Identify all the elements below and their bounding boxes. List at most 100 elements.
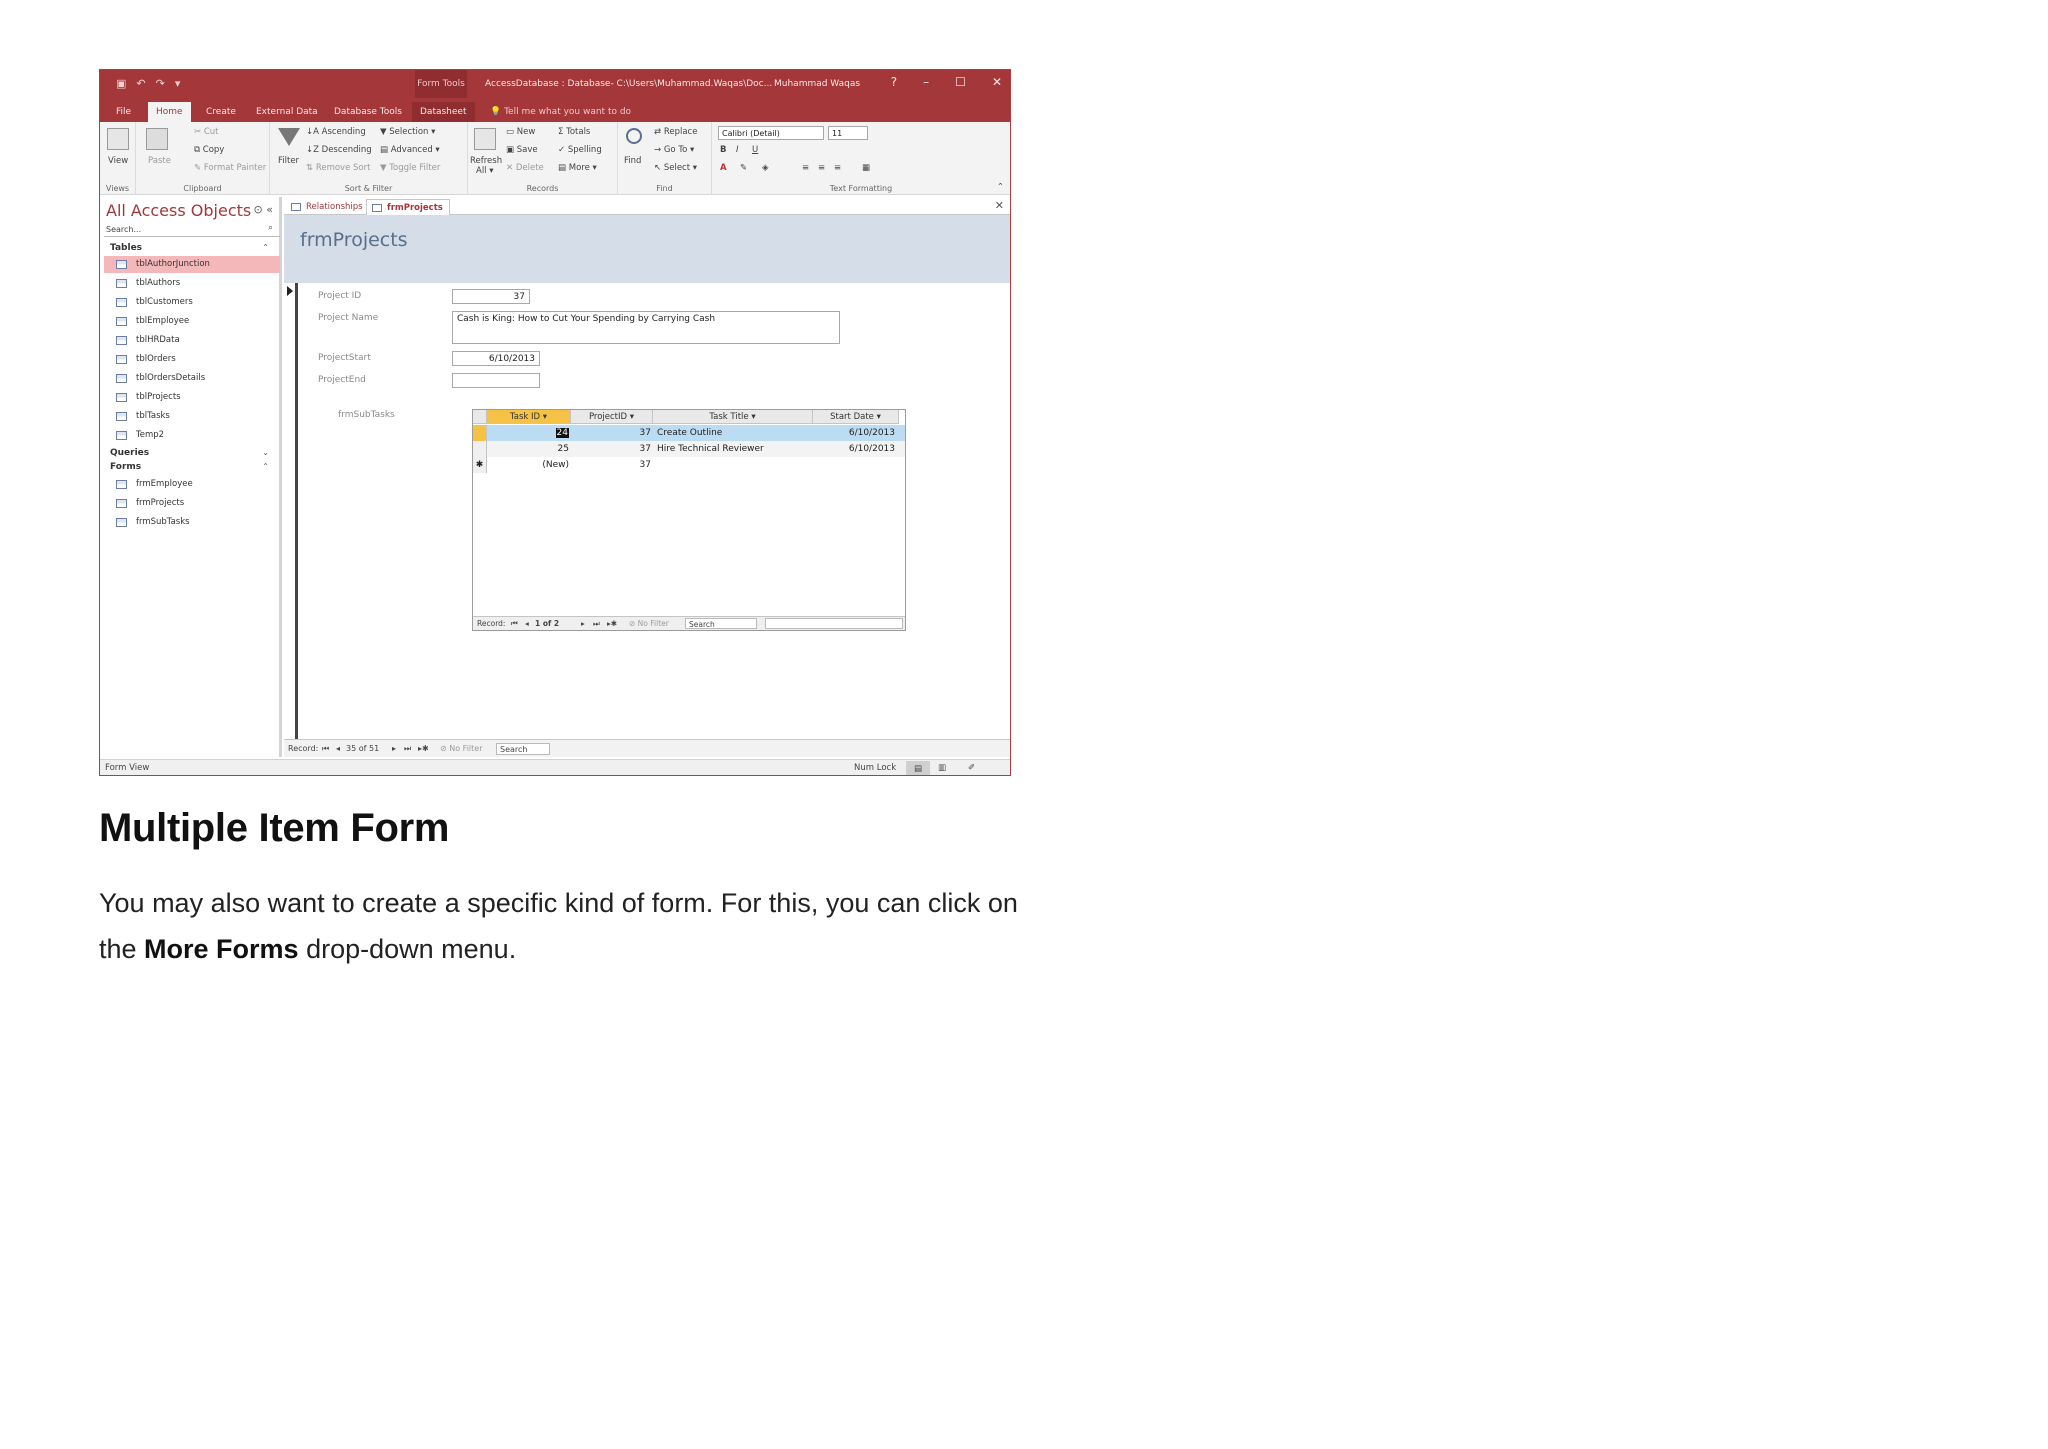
- previous-record-icon[interactable]: ◂: [525, 617, 529, 631]
- doc-tab-relationships[interactable]: Relationships: [286, 199, 369, 215]
- table-row[interactable]: 24 37 Create Outline 6/10/2013: [473, 425, 905, 441]
- tab-external-data[interactable]: External Data: [248, 102, 326, 122]
- collapse-tables-icon[interactable]: ⌃: [262, 243, 269, 252]
- record-search-box[interactable]: Search: [496, 743, 550, 755]
- tab-datasheet[interactable]: Datasheet: [412, 102, 475, 122]
- chevron-down-icon[interactable]: ▾: [751, 412, 755, 422]
- project-id-cell[interactable]: 37: [571, 441, 653, 457]
- collapse-forms-icon[interactable]: ⌃: [262, 462, 269, 471]
- tab-database-tools[interactable]: Database Tools: [326, 102, 410, 122]
- project-end-field[interactable]: [452, 373, 540, 388]
- nav-table-item[interactable]: tblOrders: [104, 351, 280, 368]
- chevron-down-icon[interactable]: ▾: [630, 412, 634, 422]
- tell-me-box[interactable]: 💡 Tell me what you want to do: [490, 107, 631, 117]
- subform-filter-indicator[interactable]: ⊘ No Filter: [629, 617, 669, 631]
- redo-icon[interactable]: ↷: [156, 77, 165, 90]
- minimize-button[interactable]: –: [923, 75, 929, 89]
- last-record-icon[interactable]: ⏭: [404, 740, 411, 758]
- project-id-cell[interactable]: 37: [571, 425, 653, 441]
- column-header-task-id[interactable]: Task ID ▾: [487, 410, 571, 424]
- maximize-button[interactable]: ☐: [955, 75, 966, 89]
- find-button[interactable]: Find: [624, 156, 641, 166]
- column-header-start-date[interactable]: Start Date ▾: [813, 410, 899, 424]
- project-id-field[interactable]: 37: [452, 289, 530, 304]
- refresh-button[interactable]: Refresh: [470, 156, 502, 166]
- record-selector[interactable]: [284, 283, 298, 757]
- italic-icon[interactable]: I: [736, 145, 739, 155]
- tab-create[interactable]: Create: [198, 102, 244, 122]
- close-button[interactable]: ✕: [992, 75, 1002, 89]
- new-record-nav-icon[interactable]: ▸✱: [418, 740, 429, 758]
- nav-section-queries[interactable]: Queries: [110, 448, 149, 458]
- start-date-cell[interactable]: [813, 457, 895, 473]
- remove-sort-button[interactable]: ⇅ Remove Sort: [306, 163, 370, 173]
- horizontal-scrollbar[interactable]: [765, 618, 903, 629]
- record-position[interactable]: 35 of 51: [346, 740, 379, 758]
- font-color-icon[interactable]: A: [720, 163, 727, 173]
- project-start-field[interactable]: 6/10/2013: [452, 351, 540, 366]
- task-id-cell[interactable]: 24: [487, 425, 571, 441]
- project-name-field[interactable]: Cash is King: How to Cut Your Spending b…: [452, 311, 840, 344]
- shutter-bar-icon[interactable]: «: [266, 203, 273, 216]
- task-id-cell[interactable]: (New): [487, 457, 571, 473]
- task-title-cell[interactable]: [657, 457, 813, 473]
- start-date-cell[interactable]: 6/10/2013: [813, 441, 895, 457]
- previous-record-icon[interactable]: ◂: [336, 740, 340, 758]
- datasheet-view-icon[interactable]: ▥: [938, 760, 946, 775]
- nav-form-item[interactable]: frmSubTasks: [104, 514, 280, 531]
- nav-table-item[interactable]: tblCustomers: [104, 294, 280, 311]
- cut-button[interactable]: ✂ Cut: [194, 127, 218, 137]
- nav-table-item[interactable]: tblOrdersDetails: [104, 370, 280, 387]
- subform-record-position[interactable]: 1 of 2: [535, 617, 559, 631]
- collapse-ribbon-icon[interactable]: ⌃: [997, 182, 1004, 192]
- task-title-cell[interactable]: Hire Technical Reviewer: [657, 441, 813, 457]
- font-size-select[interactable]: 11: [828, 126, 868, 140]
- table-row[interactable]: ✱ (New) 37: [473, 457, 905, 473]
- nav-menu-icon[interactable]: ⊙: [254, 203, 263, 216]
- format-painter-button[interactable]: ✎ Format Painter: [194, 163, 266, 173]
- close-document-icon[interactable]: ✕: [995, 199, 1004, 212]
- bold-icon[interactable]: B: [720, 145, 726, 155]
- nav-form-item[interactable]: frmEmployee: [104, 476, 280, 493]
- descending-button[interactable]: ↓Z Descending: [306, 145, 372, 155]
- filter-button[interactable]: Filter: [278, 156, 299, 166]
- nav-table-item[interactable]: tblEmployee: [104, 313, 280, 330]
- save-icon[interactable]: ▣: [116, 77, 126, 90]
- tab-home[interactable]: Home: [148, 102, 191, 122]
- help-button[interactable]: ?: [891, 75, 897, 89]
- first-record-icon[interactable]: ⏮: [511, 617, 518, 631]
- save-record-button[interactable]: ▣ Save: [506, 145, 538, 155]
- ascending-button[interactable]: ↓A Ascending: [306, 127, 366, 137]
- font-name-select[interactable]: Calibri (Detail): [718, 126, 824, 140]
- design-view-icon[interactable]: ✐: [968, 760, 975, 775]
- new-record-row-icon[interactable]: ✱: [473, 457, 487, 473]
- spelling-button[interactable]: ✓ Spelling: [558, 145, 602, 155]
- align-center-icon[interactable]: ≡: [818, 163, 825, 173]
- align-right-icon[interactable]: ≡: [834, 163, 841, 173]
- last-record-icon[interactable]: ⏭: [593, 617, 600, 631]
- undo-icon[interactable]: ↶: [136, 77, 145, 90]
- nav-table-item[interactable]: tblAuthorJunction: [104, 256, 280, 273]
- view-button[interactable]: View: [108, 156, 128, 166]
- chevron-down-icon[interactable]: ▾: [543, 412, 547, 422]
- subform-search-box[interactable]: Search: [685, 618, 757, 629]
- row-selector[interactable]: [473, 425, 487, 441]
- gridlines-icon[interactable]: ▦: [862, 163, 870, 173]
- next-record-icon[interactable]: ▸: [392, 740, 396, 758]
- totals-button[interactable]: Σ Totals: [558, 127, 590, 137]
- delete-record-button[interactable]: ✕ Delete: [506, 163, 544, 173]
- nav-form-item[interactable]: frmProjects: [104, 495, 280, 512]
- refresh-all-button[interactable]: All ▾: [476, 166, 494, 176]
- filter-indicator[interactable]: ⊘ No Filter: [440, 740, 482, 758]
- toggle-filter-button[interactable]: ▼ Toggle Filter: [380, 163, 440, 173]
- user-name[interactable]: Muhammad Waqas: [774, 79, 860, 89]
- column-header-task-title[interactable]: Task Title ▾: [653, 410, 813, 424]
- first-record-icon[interactable]: ⏮: [322, 740, 329, 758]
- nav-search-input[interactable]: Search...: [104, 223, 280, 237]
- nav-table-item[interactable]: tblHRData: [104, 332, 280, 349]
- search-icon[interactable]: ⌕: [268, 223, 273, 233]
- highlight-icon[interactable]: ✎: [740, 163, 747, 173]
- project-id-cell[interactable]: 37: [571, 457, 653, 473]
- fill-color-icon[interactable]: ◈: [762, 163, 769, 173]
- replace-button[interactable]: ⇄ Replace: [654, 127, 697, 137]
